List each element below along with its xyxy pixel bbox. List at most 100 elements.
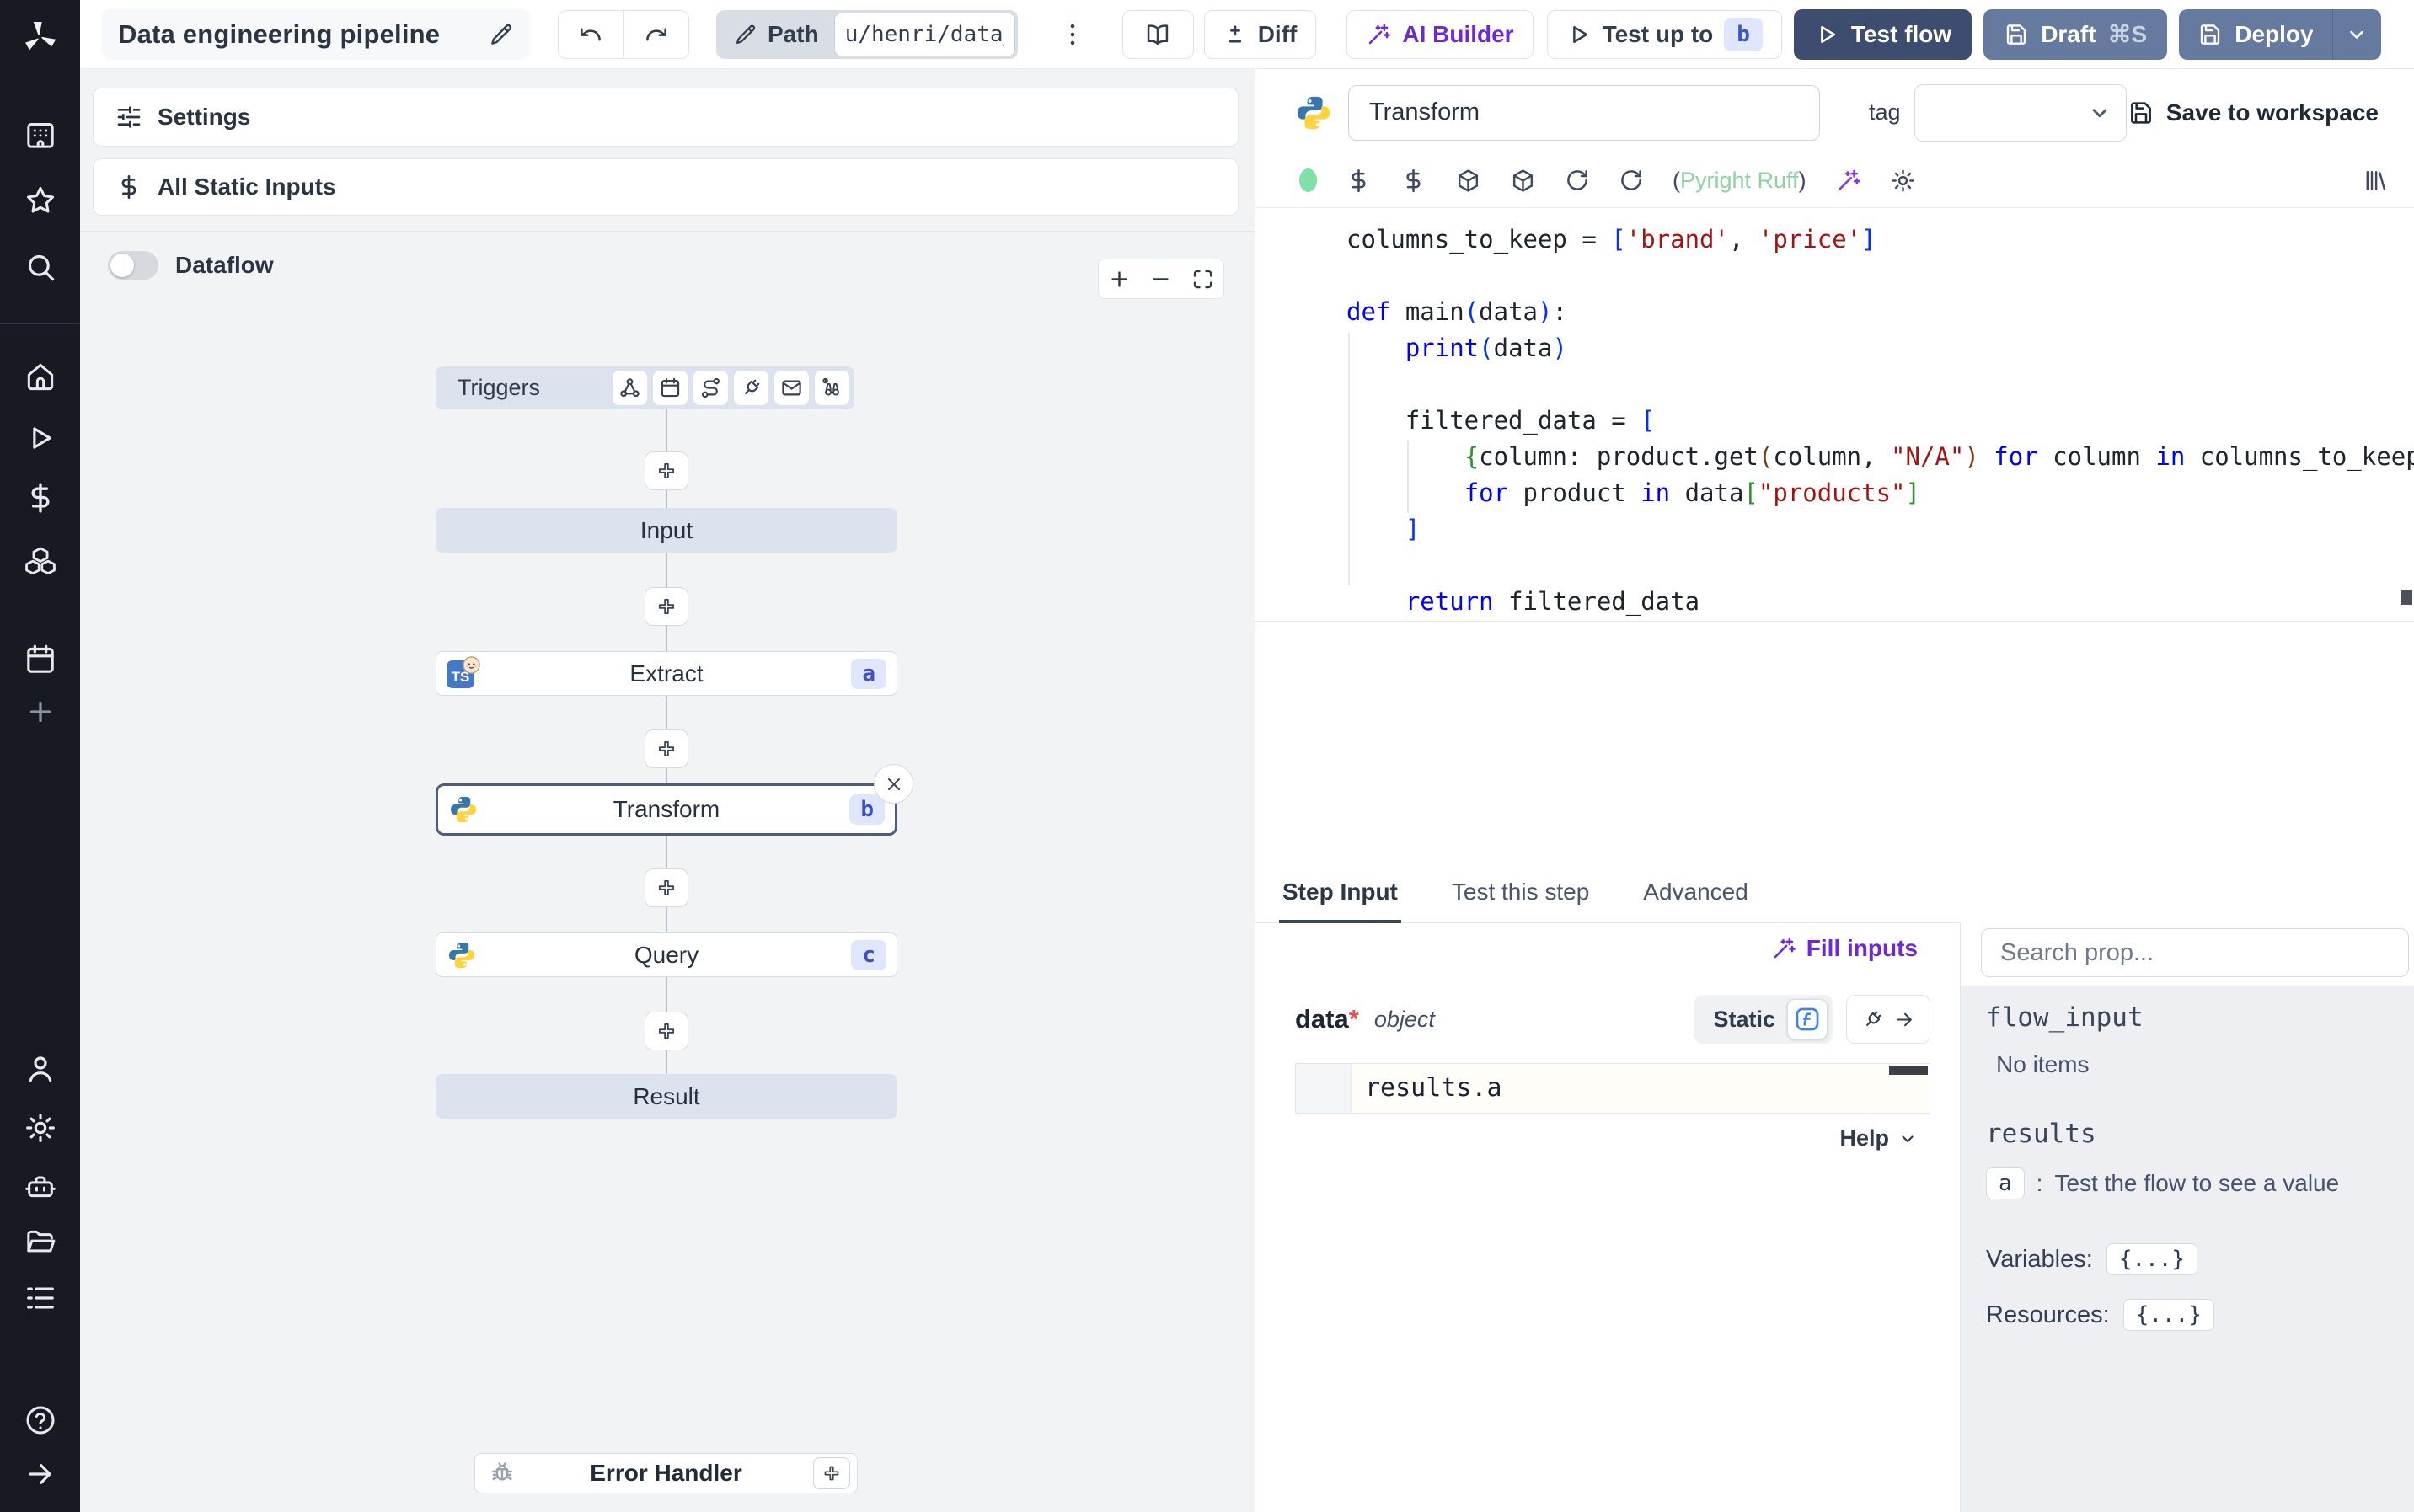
tab-advanced[interactable]: Advanced: [1643, 862, 1748, 922]
sidebar-item-audit-logs[interactable]: [20, 1278, 60, 1317]
triggers-node[interactable]: Triggers: [436, 366, 854, 409]
variables-icon[interactable]: [1400, 168, 1426, 194]
more-options-button[interactable]: [1058, 20, 1087, 49]
transform-step-node-selected[interactable]: Transform b: [436, 764, 913, 836]
reload-icon[interactable]: [1565, 168, 1590, 193]
results-section[interactable]: results: [1986, 1119, 2414, 1149]
deploy-dropdown-button[interactable]: [2331, 8, 2381, 60]
websocket-icon[interactable]: [734, 371, 768, 405]
javascript-expression-mode-button[interactable]: [1787, 999, 1828, 1039]
sidebar-item-home[interactable]: [20, 356, 60, 396]
input-node[interactable]: Input: [436, 508, 897, 553]
test-flow-button[interactable]: Test flow: [1793, 8, 1972, 60]
editor-scrollbar-thumb[interactable]: [2401, 590, 2412, 605]
editor-settings-icon[interactable]: [1890, 168, 1916, 194]
path-input[interactable]: [833, 12, 1015, 56]
variables-label: Variables:: [1986, 1245, 2093, 1273]
edit-title-icon[interactable]: [489, 22, 514, 47]
error-handler-node[interactable]: Error Handler: [474, 1453, 858, 1493]
fill-inputs-label: Fill inputs: [1806, 935, 1918, 961]
ai-assist-icon[interactable]: [1835, 168, 1861, 194]
code-editor[interactable]: columns_to_keep = ['brand', 'price'] def…: [1255, 207, 2414, 622]
add-step-button[interactable]: [645, 868, 688, 907]
sidebar-item-favorites[interactable]: [20, 180, 60, 220]
sidebar-item-account[interactable]: [20, 1049, 60, 1088]
extract-step-node[interactable]: TS Extract a: [436, 651, 897, 696]
ai-builder-button[interactable]: AI Builder: [1346, 9, 1534, 59]
sidebar-item-workers[interactable]: [20, 1166, 60, 1205]
help-button[interactable]: Help: [1839, 1125, 1918, 1151]
search-prop-input[interactable]: [1981, 928, 2409, 977]
sidebar-item-folders[interactable]: [20, 1221, 60, 1261]
draft-label: Draft: [2041, 20, 2096, 47]
sidebar-item-help[interactable]: [20, 1400, 60, 1440]
static-inputs-icon[interactable]: [1346, 168, 1372, 194]
flow-canvas[interactable]: Dataflow Triggers Input TS Extract a Tra…: [80, 231, 1255, 1512]
query-step-node[interactable]: Query c: [436, 932, 897, 977]
delete-step-button[interactable]: [874, 764, 913, 804]
result-hint: Test the flow to see a value: [2054, 1170, 2340, 1196]
save-draft-button[interactable]: Draft ⌘S: [1983, 8, 2168, 60]
all-static-inputs-label: All Static Inputs: [158, 174, 336, 200]
expression-scrollbar-thumb: [1889, 1066, 1928, 1075]
fill-inputs-button[interactable]: Fill inputs: [1771, 935, 1918, 962]
save-to-workspace-button[interactable]: Save to workspace: [2128, 99, 2379, 126]
zoom-in-button[interactable]: [1108, 268, 1131, 291]
redo-button[interactable]: [624, 10, 688, 58]
step-name-input[interactable]: [1348, 84, 1820, 141]
all-static-inputs-button[interactable]: All Static Inputs: [93, 158, 1239, 216]
sidebar-item-add[interactable]: [20, 692, 60, 731]
add-step-button[interactable]: [645, 451, 688, 490]
sidebar-item-search[interactable]: [20, 247, 60, 286]
deploy-button-group: Deploy: [2179, 8, 2381, 60]
diff-button[interactable]: Diff: [1203, 9, 1317, 59]
email-icon[interactable]: [774, 371, 809, 405]
poll-icon[interactable]: [815, 371, 849, 405]
expression-editor[interactable]: results.a: [1295, 1063, 1930, 1114]
diff-label: Diff: [1257, 20, 1298, 47]
webhook-icon[interactable]: [613, 371, 647, 405]
http-route-icon[interactable]: [693, 371, 728, 405]
lockfile-icon[interactable]: [1510, 168, 1536, 194]
test-flow-label: Test flow: [1850, 20, 1952, 47]
tag-select[interactable]: [1914, 83, 2127, 142]
sidebar-item-resources[interactable]: [20, 539, 60, 579]
deploy-button[interactable]: Deploy: [2179, 9, 2331, 60]
schedule-icon[interactable]: [653, 371, 688, 405]
tab-test-this-step[interactable]: Test this step: [1452, 862, 1589, 922]
resources-expand-chip[interactable]: {...}: [2122, 1299, 2214, 1331]
flow-settings-button[interactable]: Settings: [93, 88, 1239, 147]
documentation-button[interactable]: [1121, 9, 1194, 59]
test-up-to-button[interactable]: Test up to b: [1546, 9, 1782, 59]
triggers-label: Triggers: [458, 375, 541, 400]
add-step-button[interactable]: [645, 587, 688, 626]
add-step-button[interactable]: [645, 1012, 688, 1050]
zoom-out-button[interactable]: [1149, 268, 1172, 291]
flow-input-section[interactable]: flow_input: [1986, 1002, 2414, 1033]
expression-editor-gutter: [1296, 1064, 1352, 1113]
sidebar-item-settings[interactable]: [20, 1108, 60, 1147]
tab-step-input[interactable]: Step Input: [1279, 862, 1401, 924]
add-error-handler-button[interactable]: [813, 1457, 850, 1489]
sidebar-collapse-button[interactable]: [20, 1454, 60, 1493]
rerun-lint-icon[interactable]: [1619, 168, 1644, 193]
path-button[interactable]: Path: [716, 9, 1018, 59]
library-icon[interactable]: [2363, 168, 2389, 194]
fit-view-button[interactable]: [1191, 268, 1214, 291]
sidebar-item-workspace[interactable]: [20, 115, 60, 154]
result-key-chip[interactable]: a: [1986, 1167, 2025, 1199]
dataflow-toggle[interactable]: [108, 251, 158, 280]
windmill-logo[interactable]: [14, 12, 65, 62]
plug-icon[interactable]: [1861, 1008, 1884, 1031]
sidebar-item-schedules[interactable]: [20, 639, 60, 679]
variables-expand-chip[interactable]: {...}: [2106, 1243, 2198, 1275]
input-mode-toggle[interactable]: Static: [1694, 995, 1833, 1044]
sidebar-item-variables[interactable]: [20, 478, 60, 517]
add-step-button[interactable]: [645, 729, 688, 768]
result-node[interactable]: Result: [436, 1074, 897, 1119]
undo-button[interactable]: [559, 10, 624, 58]
arrow-right-icon[interactable]: [1894, 1009, 1915, 1030]
expression-value: results.a: [1365, 1073, 1502, 1103]
dependencies-icon[interactable]: [1455, 168, 1481, 194]
sidebar-item-runs[interactable]: [20, 418, 60, 457]
